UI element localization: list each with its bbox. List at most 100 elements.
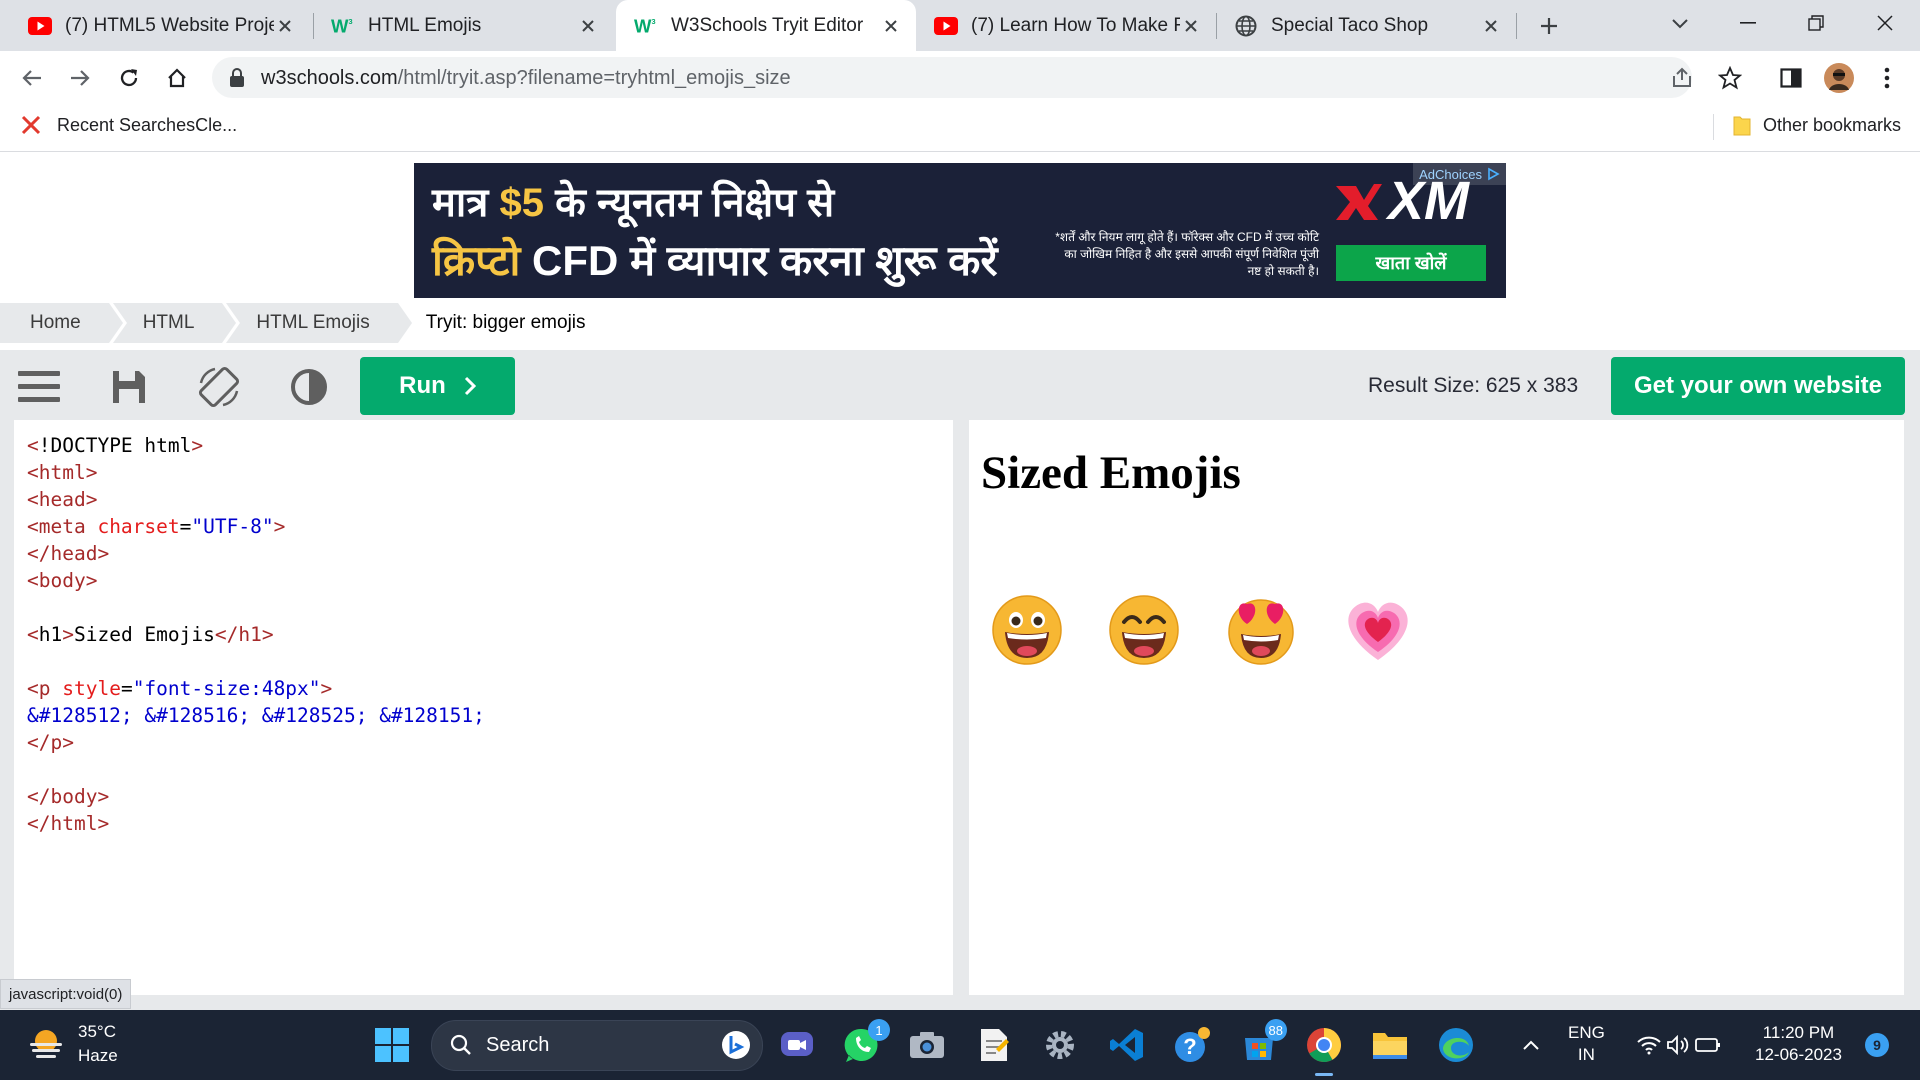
code-editor[interactable]: <!DOCTYPE html> <html> <head> <meta char… [14,420,953,995]
svg-text:3: 3 [652,17,656,26]
notepad-icon[interactable] [972,1023,1016,1067]
tab-special-taco[interactable]: Special Taco Shop [1216,0,1516,51]
rotate-layout-icon[interactable] [196,364,242,410]
close-tab-icon[interactable] [1180,15,1202,37]
settings-gear-icon[interactable] [1038,1023,1082,1067]
save-icon[interactable] [106,364,152,410]
weather-widget[interactable]: 35°C Haze [28,1020,118,1068]
editor-toolbar: Run Result Size: 625 x 383 Get your own … [0,350,1920,422]
chrome-menu-icon[interactable] [1870,61,1904,95]
clock-date: 12-06-2023 [1755,1045,1842,1064]
whatsapp-icon[interactable]: 1 [840,1019,890,1067]
tab-youtube-learn[interactable]: (7) Learn How To Make Re [916,0,1216,51]
file-explorer-icon[interactable] [1368,1023,1412,1067]
side-panel-icon[interactable] [1774,61,1808,95]
language-indicator[interactable]: ENG IN [1568,1022,1605,1066]
tab-youtube-html5[interactable]: (7) HTML5 Website Projec [0,0,310,51]
battery-icon[interactable] [1686,1023,1730,1067]
run-label: Run [399,372,446,399]
w3schools-icon: W3 [331,14,355,38]
adchoices-badge[interactable]: AdChoices [1413,163,1506,185]
address-bar[interactable]: w3schools.com/html/tryit.asp?filename=tr… [212,57,1692,98]
taskbar-search[interactable]: Search [431,1020,763,1071]
close-tab-icon[interactable] [274,15,296,37]
emoji-row [991,594,1414,666]
svg-text:W: W [331,16,349,36]
url-text: w3schools.com/html/tryit.asp?filename=tr… [261,67,791,90]
chevron-right-icon [464,376,476,396]
home-button[interactable] [160,61,194,95]
close-tab-icon[interactable] [880,15,902,37]
clock[interactable]: 11:20 PM 12-06-2023 [1755,1022,1842,1066]
forward-button[interactable] [63,61,97,95]
share-icon[interactable] [1670,66,1694,90]
youtube-icon [28,14,52,38]
growing-heart-emoji [1342,594,1414,666]
notification-count-badge[interactable]: 9 [1865,1033,1889,1057]
heart-eyes-emoji [1225,594,1297,666]
svg-text:W: W [634,16,652,36]
hamburger-menu-icon[interactable] [16,364,62,410]
edge-icon[interactable] [1434,1023,1478,1067]
folder-icon [1733,114,1751,136]
youtube-icon [934,14,958,38]
tab-title: W3Schools Tryit Editor [671,14,864,36]
run-button[interactable]: Run [360,357,515,415]
windows-start-icon[interactable] [370,1023,414,1067]
windows-taskbar: 35°C Haze Search 1 ? 88 ENG IN 11:20 PM … [0,1010,1920,1080]
tab-title: Special Taco Shop [1271,14,1429,36]
teams-chat-icon[interactable] [775,1023,819,1067]
result-size-label: Result Size: 625 x 383 [1368,374,1579,397]
url-host: w3schools.com [261,67,398,89]
weather-desc: Haze [78,1046,118,1065]
globe-icon [1234,14,1258,38]
code-text: <!DOCTYPE html> <html> <head> <meta char… [27,434,485,835]
svg-text:?: ? [1183,1034,1196,1059]
breadcrumb-html[interactable]: HTML [112,303,241,343]
search-icon [450,1034,472,1056]
help-icon[interactable]: ? [1170,1023,1214,1067]
bookmark-star-icon[interactable] [1713,61,1747,95]
breadcrumb-home[interactable]: Home [0,303,127,343]
reload-button[interactable] [112,61,146,95]
tab-w3schools-tryit[interactable]: W3 W3Schools Tryit Editor [616,0,916,51]
bing-icon[interactable] [721,1030,751,1060]
tab-strip: (7) HTML5 Website Projec W3 HTML Emojis … [0,0,1920,51]
restore-button[interactable] [1786,0,1846,45]
chrome-icon[interactable] [1302,1023,1346,1076]
ad-banner[interactable]: मात्र $5 के न्यूनतम निक्षेप से क्रिप्टो … [414,163,1506,298]
tab-html-emojis[interactable]: W3 HTML Emojis [313,0,613,51]
ad-open-account-button[interactable]: खाता खोलें [1336,245,1486,281]
dark-mode-toggle-icon[interactable] [286,364,332,410]
breadcrumb-current: Tryit: bigger emojis [425,312,586,333]
new-tab-button[interactable] [1520,3,1578,48]
camera-icon[interactable] [905,1023,949,1067]
microsoft-store-icon[interactable]: 88 [1237,1019,1287,1067]
ad-line-1: मात्र $5 के न्यूनतम निक्षेप से [432,181,835,225]
store-badge: 88 [1264,1019,1287,1041]
lock-icon [229,68,245,88]
svg-text:3: 3 [349,17,353,26]
red-x-icon [20,114,42,136]
breadcrumb-html-emojis[interactable]: HTML Emojis [226,303,416,343]
vscode-icon[interactable] [1105,1023,1149,1067]
minimize-button[interactable] [1718,0,1778,45]
browser-toolbar: w3schools.com/html/tryit.asp?filename=tr… [0,51,1920,104]
ad-line-2: क्रिप्टो CFD में व्यापार करना शुरू करें [432,237,998,284]
smiling-face-emoji [1108,594,1180,666]
result-frame: Sized Emojis [969,420,1904,995]
bookmarks-bar: Recent SearchesCle... Other bookmarks [0,104,1920,152]
hidden-icons-chevron-icon[interactable] [1509,1023,1553,1067]
other-bookmarks[interactable]: Other bookmarks [1733,114,1901,136]
back-button[interactable] [15,61,49,95]
weather-temp: 35°C [78,1022,116,1041]
tab-search-chevron-icon[interactable] [1650,0,1710,45]
get-your-own-website-button[interactable]: Get your own website [1611,357,1905,415]
profile-avatar[interactable] [1822,61,1856,95]
close-tab-icon[interactable] [577,15,599,37]
bookmark-recent-searches[interactable]: Recent SearchesCle... [20,114,237,136]
close-window-button[interactable] [1855,0,1915,45]
other-bookmarks-label: Other bookmarks [1763,114,1902,135]
close-tab-icon[interactable] [1480,15,1502,37]
tab-title: HTML Emojis [368,14,482,36]
